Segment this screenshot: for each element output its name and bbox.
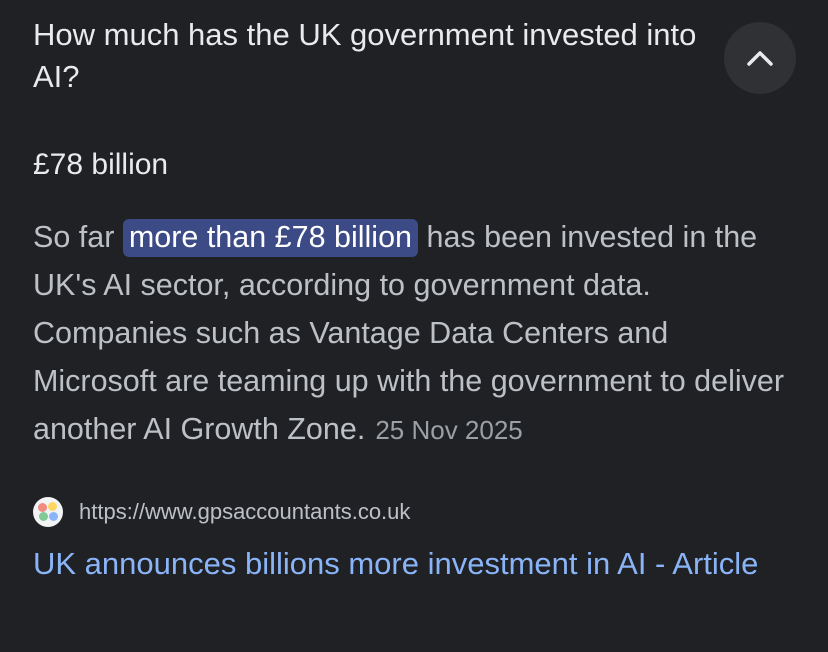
snippet-prefix: So far [33,220,123,254]
source-row[interactable]: https://www.gpsaccountants.co.uk [33,496,410,528]
source-title-link[interactable]: UK announces billions more investment in… [33,538,793,589]
snippet-highlight: more than £78 billion [122,219,419,257]
short-answer: £78 billion [33,148,169,181]
question-heading[interactable]: How much has the UK government invested … [33,14,703,98]
faq-answer-card: How much has the UK government invested … [0,0,828,652]
site-favicon-icon [33,497,63,527]
answer-snippet: So far more than £78 billion has been in… [33,213,793,454]
chevron-up-icon [746,49,774,67]
collapse-button[interactable] [724,22,796,94]
snippet-date: 25 Nov 2025 [375,415,523,445]
source-url[interactable]: https://www.gpsaccountants.co.uk [79,499,410,525]
